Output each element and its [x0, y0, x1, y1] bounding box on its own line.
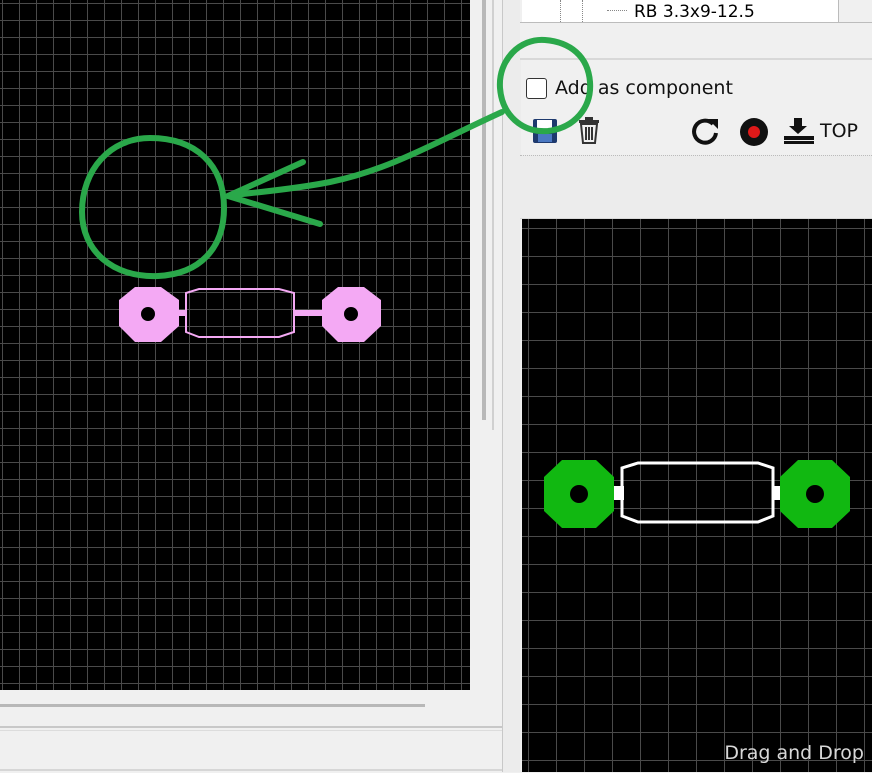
pad-hole-left [141, 307, 155, 321]
delete-button[interactable] [574, 114, 604, 146]
footprint-preview[interactable]: Drag and Drop [522, 219, 872, 772]
layer-top-label: TOP [820, 120, 859, 142]
list-bottom-border [520, 22, 872, 23]
pcb-canvas[interactable] [0, 0, 470, 690]
add-as-component-checkbox[interactable] [526, 77, 547, 99]
panel-splitter[interactable] [502, 0, 521, 772]
status-bar [0, 730, 520, 773]
drag-and-drop-hint: Drag and Drop [724, 742, 864, 764]
tree-line-3 [607, 10, 627, 12]
scrollbar-h-line [0, 704, 425, 707]
preview-body-outline [620, 461, 775, 524]
tree-line-1 [560, 0, 562, 22]
tree-line-2 [582, 0, 584, 22]
component-body-outline [185, 288, 295, 338]
trash-icon [579, 117, 599, 144]
preview-toolbar: TOP [520, 110, 872, 152]
scrollbar-track-line-2 [492, 0, 494, 430]
library-list-box: RB 3.3x9-12.5 [522, 0, 839, 22]
library-list[interactable]: RB 3.3x9-12.5 [520, 0, 872, 60]
preview-pad-hole-right [806, 485, 824, 503]
list-item[interactable]: RB 3.3x9-12.5 [634, 2, 755, 22]
save-icon [533, 119, 557, 143]
layer-top-icon [784, 118, 814, 144]
resistor-footprint-preview[interactable] [522, 219, 872, 772]
list-separator [520, 58, 872, 60]
scrollbar-track-line [482, 0, 486, 420]
record-icon [740, 118, 768, 146]
rotate-icon [692, 118, 718, 145]
record-button[interactable] [738, 116, 770, 148]
canvas-horizontal-scrollbar[interactable] [0, 690, 502, 730]
preview-pad-hole-left [570, 485, 588, 503]
resistor-footprint-selected[interactable] [0, 0, 470, 690]
add-as-component-label: Add as component [555, 77, 733, 99]
pad-hole-right [344, 307, 358, 321]
scrollbar-h-line-2 [0, 726, 502, 728]
status-bar-line [0, 769, 520, 771]
add-as-component-row[interactable]: Add as component [526, 72, 866, 104]
save-button[interactable] [530, 116, 560, 146]
layer-top-button[interactable]: TOP [782, 114, 868, 148]
preview-header [520, 155, 872, 219]
rotate-button[interactable] [688, 114, 722, 148]
canvas-vertical-scrollbar[interactable] [470, 0, 502, 730]
